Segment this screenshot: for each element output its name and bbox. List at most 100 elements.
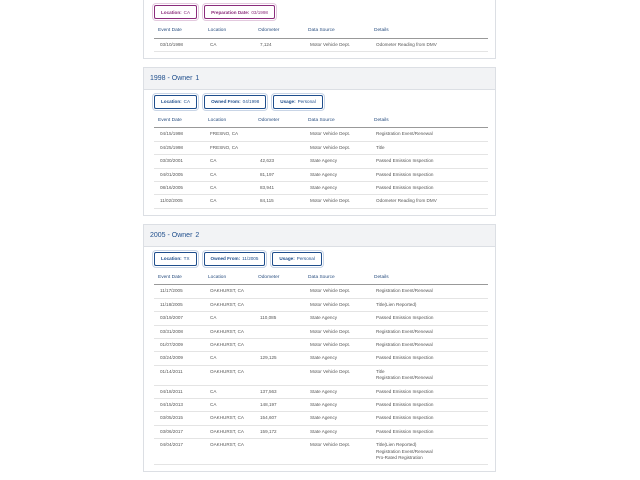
event-details: Registration Event/Renewal [370,325,488,339]
event-details: Registration Event/Renewal [370,284,488,299]
odometer-value [254,438,304,466]
data-source: State Agency [304,311,370,326]
column-header: Event Date [154,113,204,129]
filter-chip[interactable]: Location: CA [154,94,198,109]
table-row: 03/24/2009 CA 129,125 State Agency Passed Em… [154,351,488,366]
event-details: Passed Emission Inspection [370,311,488,326]
odometer-value [254,325,304,339]
column-header: Odometer [254,113,304,129]
event-location: CA [204,194,254,209]
filter-chip[interactable]: Owned From: 04/1998 [204,94,267,109]
detail-line: Passed Emission Inspection [376,315,434,321]
filter-chip[interactable]: Location: CA [154,5,198,19]
odometer-value [254,141,304,156]
column-header: Data Source [304,113,370,129]
chip-value: TX [183,256,190,262]
data-source: State Agency [304,168,370,183]
column-header: Odometer [254,24,304,39]
table-row: 04/01/2005 CA 81,197 State Agency Passed Emi… [154,168,488,183]
data-source: Motor Vehicle Dept. [304,365,370,386]
table-row: 11/18/2005 OAKHURST, CA Motor Vehicle Dept… [154,298,488,313]
event-details: Passed Emission Inspection [370,154,488,169]
detail-line: Registration Event/Renewal [376,375,433,381]
event-location: OAKHURST, CA [204,284,254,299]
chip-value: Personal [297,99,316,105]
event-details: Title(Lien Reported) Registration Event/R… [370,438,488,466]
chip-label: Owned From: [211,99,241,105]
column-header: Details [370,113,488,129]
table-row: 04/04/2017 OAKHURST, CA Motor Vehicle Dept… [154,438,488,466]
event-details: Registration Event/Renewal [370,127,488,142]
event-details: Passed Emission Inspection [370,425,488,440]
table-row: 11/02/2005 CA 84,115 Motor Vehicle Dept. Odo… [154,194,488,209]
detail-line: Passed Emission Inspection [376,402,434,407]
odometer-value: 84,115 [254,194,304,209]
odometer-value [254,338,304,353]
data-source: Motor Vehicle Dept. [304,325,370,339]
event-details: Odometer Reading from DMV [370,194,488,209]
event-date: 03/06/2017 [154,425,204,440]
filter-chip[interactable]: Preparation Date: 03/1998 [204,5,275,19]
detail-line: Passed Emission Inspection [376,355,434,361]
event-date: 03/19/2007 [154,311,204,326]
chip-value: 03/1998 [251,9,268,15]
event-location: CA [204,311,254,326]
column-header: Details [370,270,488,286]
detail-line: Odometer Reading from DMV [376,41,437,47]
event-date: 11/18/2005 [154,298,204,313]
event-date: 04/15/2013 [154,398,204,413]
event-date: 03/10/1998 [154,38,204,52]
owner-header: 2005 - Owner 2 [144,224,495,247]
filter-chip[interactable]: Location: TX [154,251,197,266]
chip-value: CA [183,99,191,105]
event-date: 04/18/2011 [154,385,204,400]
odometer-value [254,284,304,299]
history-table: Event Date Location Odometer Data Source Det… [154,113,488,209]
odometer-value [254,127,304,142]
detail-line: Passed Emission Inspection [376,185,434,191]
event-details: Passed Emission Inspection [370,398,488,413]
odometer-value: 7,124 [254,38,304,52]
table-row: 11/17/2005 OAKHURST, CA Motor Vehicle Dept… [154,284,488,299]
odometer-value: 154,607 [254,411,304,426]
detail-line: Registration Event/Renewal [376,341,433,347]
table-row: 03/06/2017 OAKHURST, CA 159,172 State Agenc… [154,425,488,440]
chip-row: Location: TX Owned From: 11/2005 Usage: Perso… [144,247,495,271]
event-date: 04/04/2017 [154,438,204,466]
data-source: State Agency [304,398,370,413]
table-row: 04/25/1998 FRESNO, CA Motor Vehicle Dept. T… [154,141,488,156]
column-header: Event Date [154,270,204,286]
odometer-value: 42,623 [254,154,304,169]
history-table: Event Date Location Odometer Data Source Det… [154,270,488,466]
event-location: CA [204,181,254,196]
event-location: OAKHURST, CA [204,338,254,353]
filter-chip[interactable]: Owned From: 11/2005 [203,251,266,266]
detail-line: Pro-Rated Registration [376,455,423,461]
detail-line: Passed Emission Inspection [376,428,434,434]
owner-number: 1 [195,74,200,82]
filter-chip[interactable]: Usage: Personal [273,94,323,109]
event-location: OAKHURST, CA [204,298,254,313]
owner-section-previous: Location: CA Preparation Date: 03/1998 Even… [143,0,496,59]
data-source: Motor Vehicle Dept. [304,338,370,353]
odometer-value: 81,197 [254,168,304,183]
chip-label: Location: [161,9,182,15]
event-location: OAKHURST, CA [204,411,254,426]
table-row: 03/19/2007 CA 110,085 State Agency Passed Em… [154,311,488,326]
column-header: Data Source [304,24,370,39]
column-header: Location [204,270,254,286]
detail-line: Registration Event/Renewal [376,131,433,137]
filter-chip[interactable]: Usage: Personal [272,251,322,266]
event-details: Title Registration Event/Renewal [370,365,488,386]
event-date: 01/07/2009 [154,338,204,353]
event-date: 04/15/1998 [154,127,204,142]
table-row: 03/31/2008 OAKHURST, CA Motor Vehicle Dept… [154,325,488,339]
event-date: 03/31/2008 [154,325,204,339]
table-row: 01/14/2011 OAKHURST, CA Motor Vehicle Dept… [154,365,488,386]
chip-label: Owned From: [210,256,241,262]
data-source: Motor Vehicle Dept. [304,194,370,209]
data-source: Motor Vehicle Dept. [304,127,370,142]
table-row: 08/16/2005 CA 83,941 State Agency Passed Emi… [154,181,488,196]
table-row: 04/15/2013 CA 148,197 State Agency Passed Em… [154,398,488,413]
data-source: Motor Vehicle Dept. [304,298,370,313]
